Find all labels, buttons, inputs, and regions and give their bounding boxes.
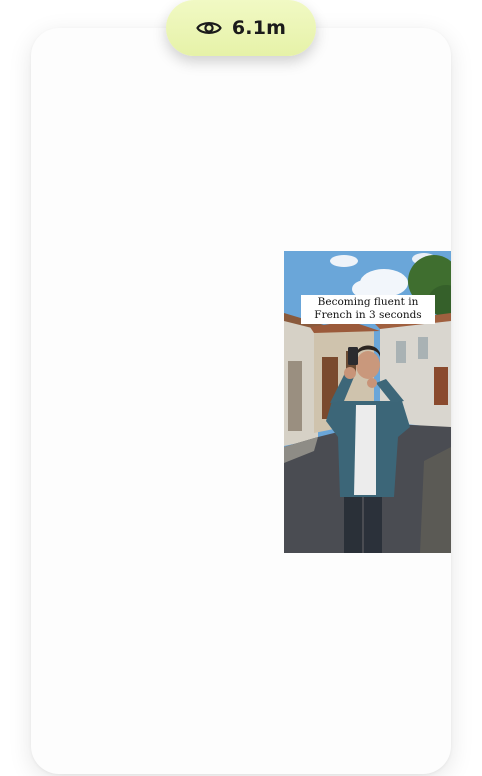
page: 6.1m Becoming fluent in French in 3 seco… [0,0,482,776]
video-thumbnail[interactable]: Becoming fluent in French in 3 seconds [284,251,451,553]
eye-icon [196,22,222,34]
video-caption: Becoming fluent in French in 3 seconds [301,295,435,324]
views-badge: 6.1m [166,0,316,56]
view-count: 6.1m [231,17,287,39]
post-card[interactable]: Becoming fluent in French in 3 seconds [31,28,451,774]
